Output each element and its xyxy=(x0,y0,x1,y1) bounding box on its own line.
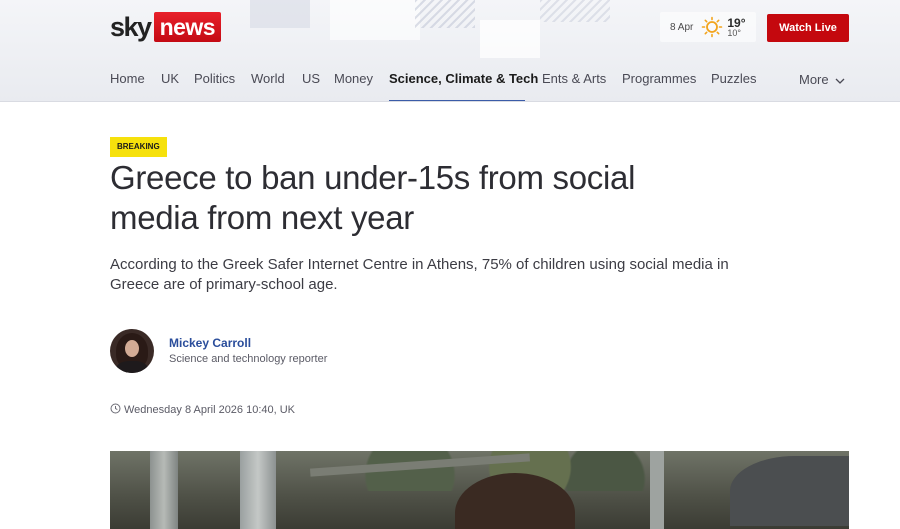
temp-high: 19° xyxy=(727,15,746,30)
weather-date: 8 Apr xyxy=(670,21,694,33)
temp-low: 10° xyxy=(727,27,741,38)
nav-item-us[interactable]: US xyxy=(302,71,320,86)
nav-item-programmes[interactable]: Programmes xyxy=(622,71,696,86)
sky-news-logo[interactable]: sky news xyxy=(110,11,222,42)
site-header: sky news 8 Apr 19° 10° Watch Live Home U… xyxy=(0,0,900,102)
article-headline: Greece to ban under-15s from social medi… xyxy=(110,159,636,236)
timestamp-text: Wednesday 8 April 2026 10:40, UK xyxy=(124,404,296,416)
weather-temps: 19° 10° xyxy=(727,17,745,38)
main-nav: Home UK Politics World US Money Science,… xyxy=(110,64,850,101)
nav-item-money[interactable]: Money xyxy=(334,71,373,86)
author-role: Science and technology reporter xyxy=(169,353,328,365)
chevron-down-icon xyxy=(835,72,845,87)
nav-more-button[interactable]: More xyxy=(799,72,845,87)
nav-item-puzzles[interactable]: Puzzles xyxy=(711,71,757,86)
sun-icon xyxy=(701,16,723,38)
logo-sky-text: sky xyxy=(110,11,152,42)
author-name[interactable]: Mickey Carroll xyxy=(169,336,251,350)
nav-item-ents-arts[interactable]: Ents & Arts xyxy=(542,71,606,86)
nav-item-science-climate-tech[interactable]: Science, Climate & Tech xyxy=(389,71,538,86)
weather-widget[interactable]: 8 Apr 19° 10° xyxy=(660,12,756,42)
nav-item-politics[interactable]: Politics xyxy=(194,71,235,86)
header-decoration xyxy=(250,0,660,60)
logo-news-text: news xyxy=(153,12,222,42)
article-timestamp: Wednesday 8 April 2026 10:40, UK xyxy=(110,403,295,417)
nav-item-home[interactable]: Home xyxy=(110,71,145,86)
nav-more-label: More xyxy=(799,72,829,87)
article-hero-image xyxy=(110,451,849,529)
article-standfirst: According to the Greek Safer Internet Ce… xyxy=(110,256,729,293)
nav-item-uk[interactable]: UK xyxy=(161,71,179,86)
clock-icon xyxy=(110,403,121,417)
active-nav-underline xyxy=(389,100,525,101)
breaking-badge: Breaking xyxy=(110,137,167,157)
nav-item-world[interactable]: World xyxy=(251,71,285,86)
watch-live-button[interactable]: Watch Live xyxy=(767,14,849,42)
author-avatar[interactable] xyxy=(110,329,154,373)
